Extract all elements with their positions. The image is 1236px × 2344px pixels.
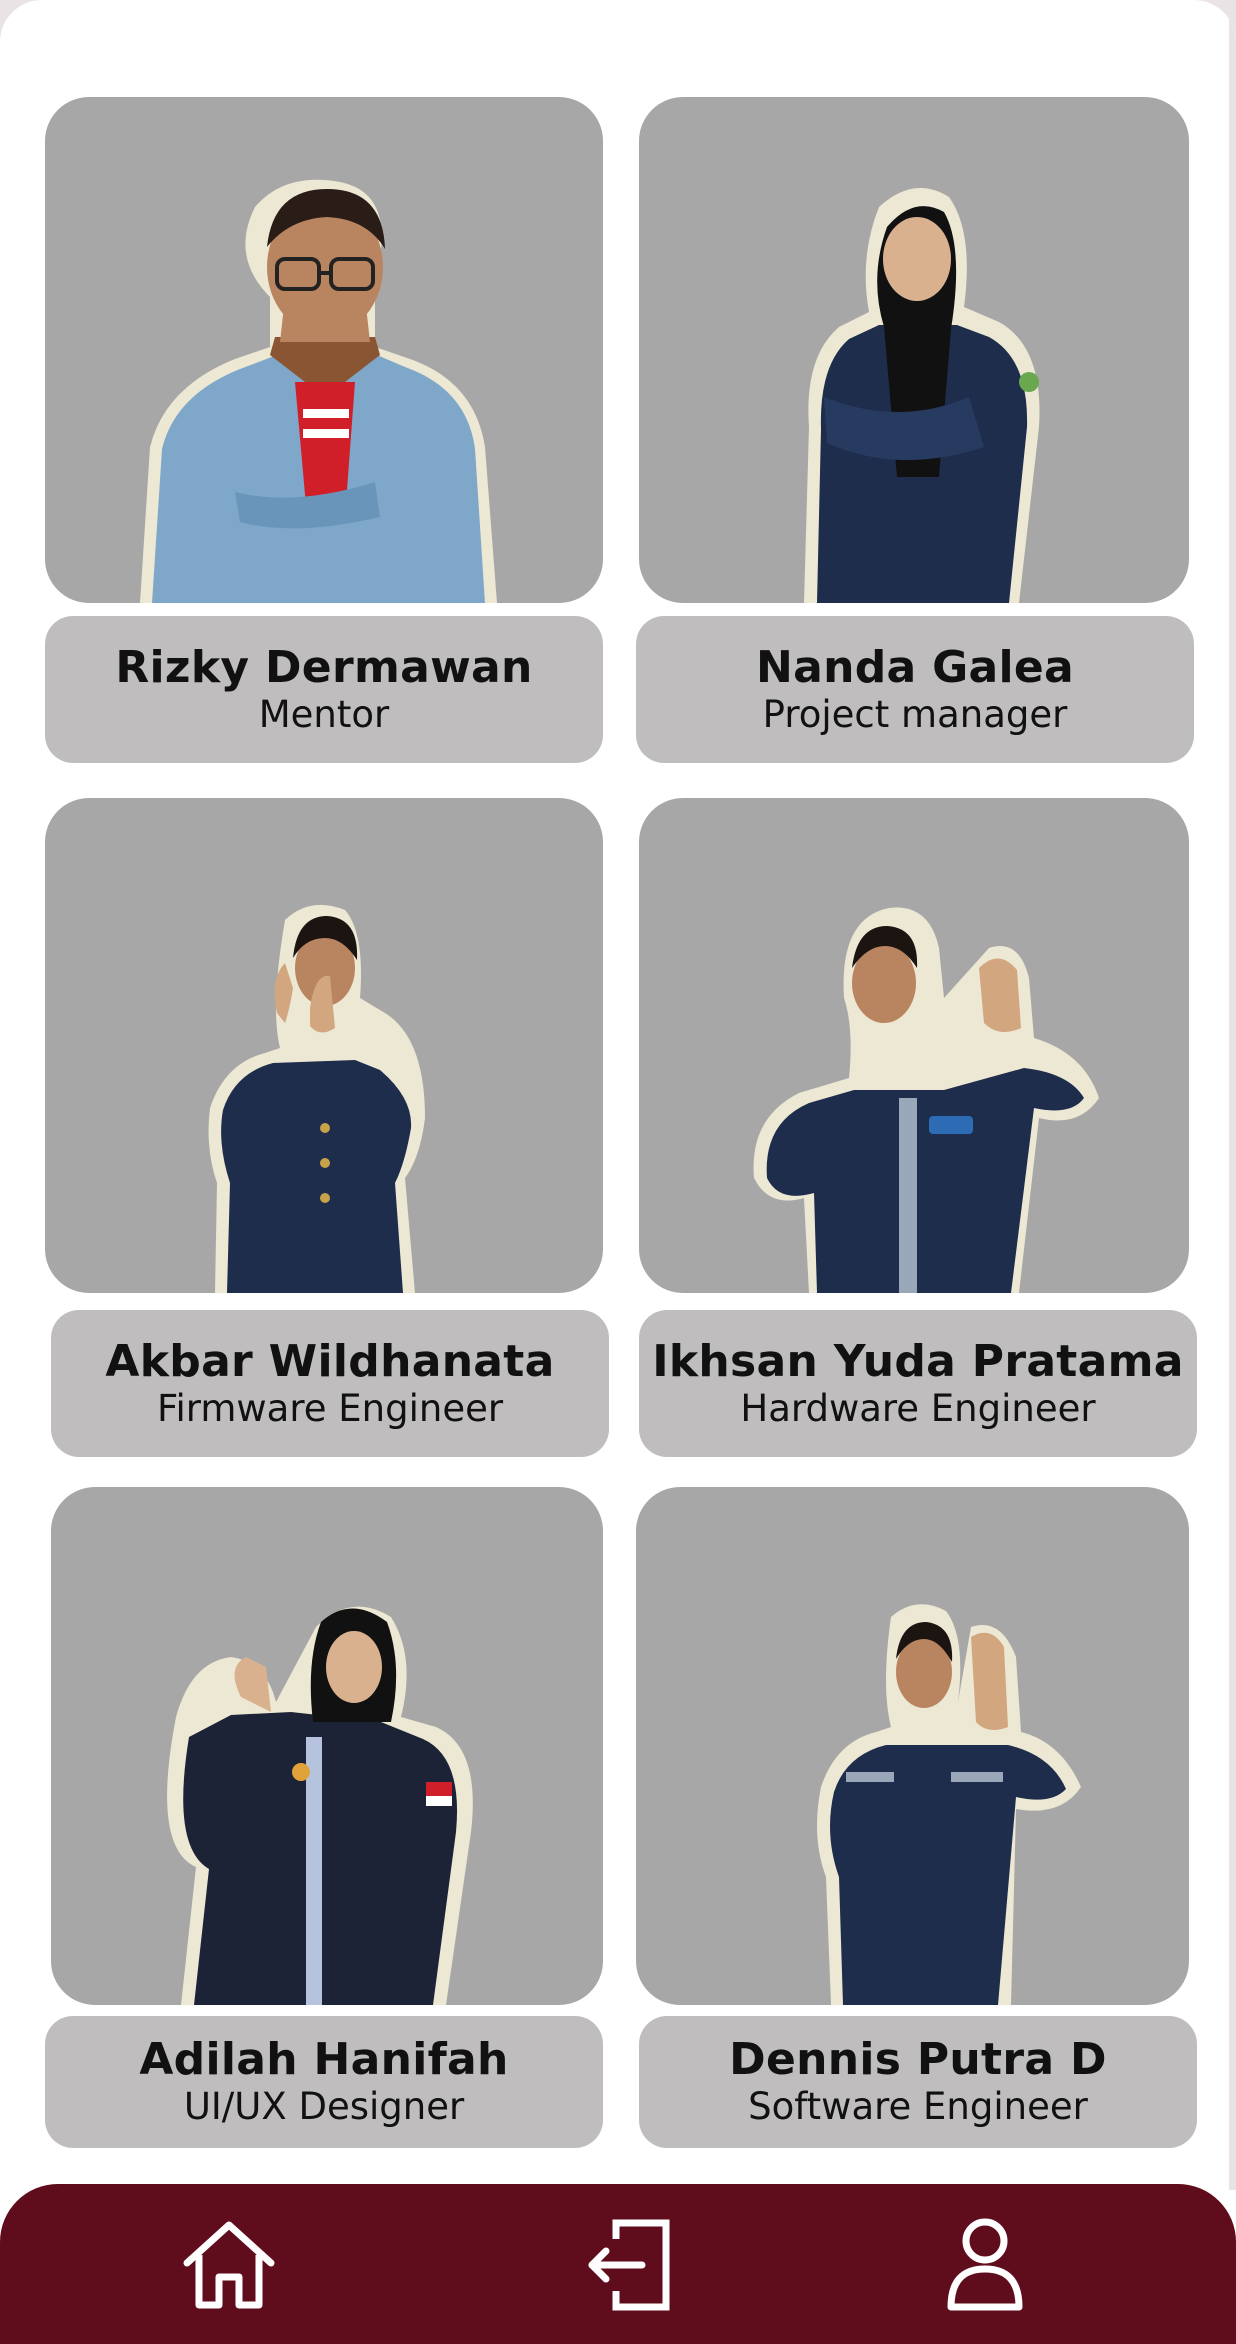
member-caption-akbar: Akbar Wildhanata Firmware Engineer	[51, 1310, 609, 1457]
member-role: Software Engineer	[748, 2085, 1088, 2129]
scrollbar-track	[1229, 0, 1236, 2190]
member-caption-ikhsan: Ikhsan Yuda Pratama Hardware Engineer	[639, 1310, 1197, 1457]
member-name: Nanda Galea	[755, 641, 1075, 693]
person-silhouette	[167, 1606, 473, 2005]
person-silhouette	[817, 1604, 1081, 2005]
member-photo-rizky	[45, 97, 603, 603]
member-caption-rizky: Rizky Dermawan Mentor	[45, 616, 603, 763]
member-name: Ikhsan Yuda Pratama	[652, 1335, 1184, 1387]
team-screen: Rizky Dermawan Mentor Nanda Galea Projec…	[0, 0, 1236, 2344]
member-role: Firmware Engineer	[156, 1386, 504, 1430]
person-silhouette	[208, 904, 425, 1293]
member-name: Rizky Dermawan	[115, 641, 533, 693]
nav-profile-button[interactable]	[930, 2210, 1040, 2320]
member-role: Project manager	[762, 692, 1068, 736]
home-icon	[183, 2221, 275, 2309]
member-name: Adilah Hanifah	[139, 2034, 509, 2086]
nav-logout-button[interactable]	[575, 2210, 685, 2320]
member-photo-adilah	[51, 1487, 603, 2005]
member-photo-dennis	[636, 1487, 1189, 2005]
person-silhouette	[140, 179, 497, 603]
member-name: Dennis Putra D	[729, 2034, 1107, 2086]
member-name: Akbar Wildhanata	[105, 1335, 555, 1387]
member-role: Mentor	[258, 692, 390, 736]
member-role: Hardware Engineer	[740, 1386, 1096, 1430]
profile-icon	[947, 2218, 1023, 2311]
member-role: UI/UX Designer	[183, 2085, 465, 2129]
member-photo-akbar	[45, 798, 603, 1293]
bottom-navigation	[0, 2184, 1236, 2344]
member-caption-adilah: Adilah Hanifah UI/UX Designer	[45, 2016, 603, 2148]
member-photo-ikhsan	[639, 798, 1189, 1293]
nav-home-button[interactable]	[174, 2210, 284, 2320]
member-photo-nanda	[639, 97, 1189, 603]
person-silhouette	[804, 188, 1040, 603]
logout-icon	[588, 2219, 670, 2311]
member-caption-nanda: Nanda Galea Project manager	[636, 616, 1194, 763]
member-caption-dennis: Dennis Putra D Software Engineer	[639, 2016, 1197, 2148]
person-silhouette	[753, 907, 1099, 1293]
